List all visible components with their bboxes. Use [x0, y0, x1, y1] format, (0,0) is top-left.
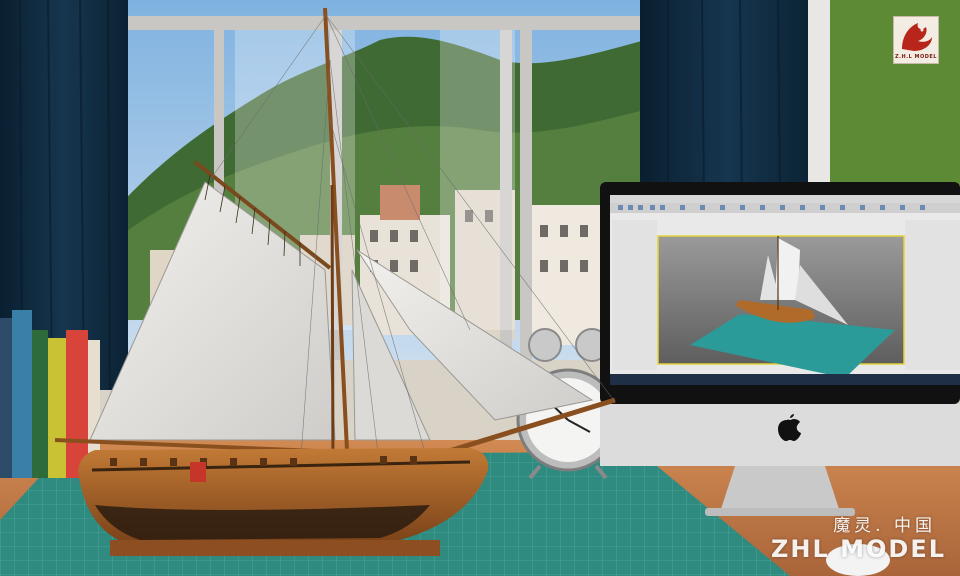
ship-stand: [110, 540, 440, 556]
sheer-curtain-right: [440, 30, 515, 330]
curtain-right: [640, 0, 815, 200]
monitor: [600, 182, 960, 516]
deck-barrel: [190, 462, 206, 482]
watermark-chinese: 魔灵. 中国: [833, 516, 936, 536]
wall-pillar: [808, 0, 830, 190]
zhl-logo-icon: [902, 23, 932, 51]
logo-caption: Z.H.L MODEL: [894, 54, 937, 60]
scene: Z.H.L MODEL 魔灵. 中国 ZHL MODEL: [0, 0, 960, 576]
photo-scene: [0, 0, 960, 576]
brand-logo: Z.H.L MODEL: [893, 16, 939, 64]
watermark-english: ZHL MODEL: [770, 535, 946, 563]
